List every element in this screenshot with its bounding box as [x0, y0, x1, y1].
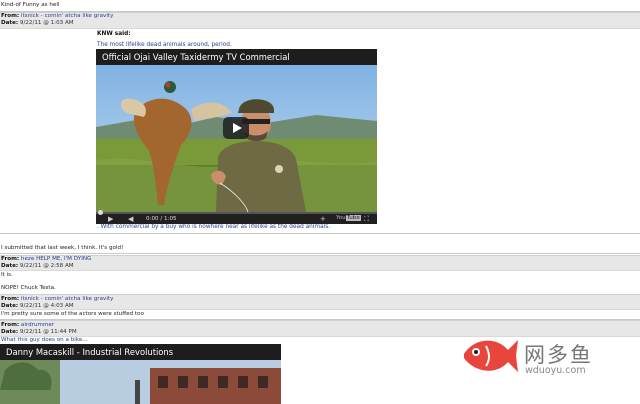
post-meta: From: heze HELP ME, I'M DYING Date: 9/22… — [1, 256, 91, 269]
post-date: 9/22/11 @ 4:03 AM — [19, 302, 74, 309]
scrubber-handle[interactable] — [98, 210, 103, 215]
from-label: From: — [1, 296, 20, 302]
quote-intro: The most lifelike dead animals around, p… — [97, 42, 232, 48]
video-scene — [0, 360, 281, 404]
from-label: From: — [1, 13, 20, 19]
video-title[interactable]: Danny Macaskill - Industrial Revolutions — [0, 344, 281, 360]
settings-icon[interactable]: + — [320, 214, 326, 224]
volume-icon[interactable]: ◀︎ — [128, 214, 133, 224]
play-button[interactable] — [223, 117, 249, 139]
quote-outro: . With commercial by a buy who is nowher… — [97, 224, 331, 230]
date-label: Date: — [1, 262, 19, 269]
video-player[interactable]: Danny Macaskill - Industrial Revolutions — [0, 344, 281, 404]
video-thumbnail[interactable] — [96, 65, 377, 212]
play-icon[interactable]: ▶ — [108, 214, 113, 224]
date-label: Date: — [1, 302, 19, 309]
post-header-bar — [0, 320, 640, 337]
from-label: From: — [1, 322, 20, 328]
author-link[interactable]: heze HELP ME, I'M DYING — [21, 256, 91, 262]
post-body: I'm pretty sure some of the actors were … — [1, 311, 144, 317]
youtube-logo-icon[interactable]: YouTube — [336, 215, 361, 221]
post-body: NOPE! Chuck Testa. — [1, 285, 56, 291]
post-body: What this guy does on a bike... — [1, 337, 88, 343]
video-player[interactable]: Official Ojai Valley Taxidermy TV Commer… — [96, 49, 377, 224]
date-label: Date: — [1, 19, 19, 26]
watermark-url: wduoyu.com — [525, 365, 586, 376]
post-body: It is. — [1, 272, 13, 278]
post-meta: From: itsnick - comin' atcha like gravit… — [1, 296, 113, 309]
author-link[interactable]: airdrummer — [21, 322, 54, 328]
video-thumbnail[interactable] — [0, 360, 281, 404]
video-controls: ▶ ◀︎ 0:00 / 1:05 + YouTube ⛶ — [96, 210, 377, 224]
video-title[interactable]: Official Ojai Valley Taxidermy TV Commer… — [96, 49, 377, 65]
post-body: I submitted that last week, I think. It'… — [1, 245, 124, 251]
post-date: 9/22/11 @ 11:44 PM — [19, 328, 77, 335]
progress-bar[interactable] — [96, 212, 377, 214]
date-label: Date: — [1, 328, 19, 335]
comment-text: Kind-of Funny as hell — [1, 2, 60, 8]
author-link[interactable]: itsnick - comin' atcha like gravity — [21, 13, 113, 19]
post-date: 9/22/11 @ 2:58 AM — [19, 262, 74, 269]
from-label: From: — [1, 256, 20, 262]
fullscreen-icon[interactable]: ⛶ — [364, 214, 369, 224]
author-link[interactable]: itsnick - comin' atcha like gravity — [21, 296, 113, 302]
divider — [0, 253, 640, 254]
post-meta: From: airdrummer Date: 9/22/11 @ 11:44 P… — [1, 322, 77, 335]
video-time: 0:00 / 1:05 — [146, 216, 177, 222]
post-date: 9/22/11 @ 1:03 AM — [19, 19, 74, 26]
quote-author: KNW said: — [97, 31, 131, 37]
fish-logo-icon — [464, 340, 518, 372]
post-meta: From: itsnick - comin' atcha like gravit… — [1, 13, 113, 26]
post-header-bar — [0, 255, 640, 271]
divider — [0, 233, 640, 234]
